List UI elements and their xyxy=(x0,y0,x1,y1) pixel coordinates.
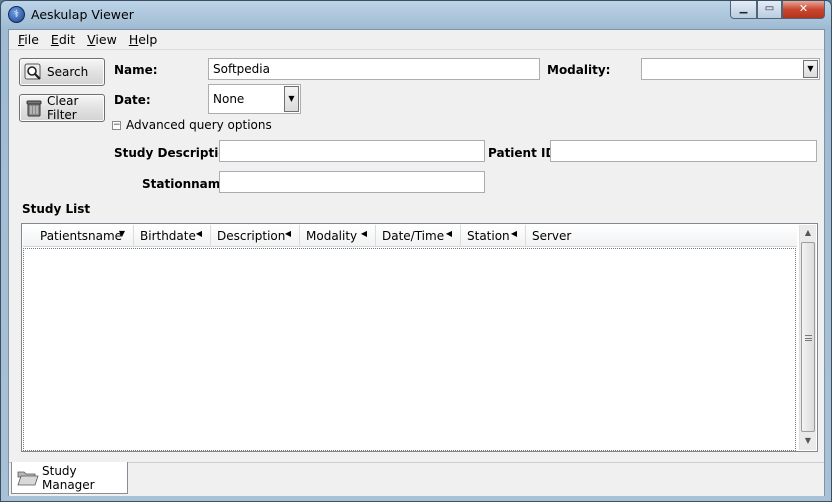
study-list-header: Patientsname ▼ Birthdate ◀ Description ◀… xyxy=(23,225,797,247)
patient-id-input[interactable] xyxy=(550,140,817,162)
study-list-label: Study List xyxy=(22,202,91,216)
trash-icon xyxy=(24,98,44,118)
sort-indicator-icon: ◀ xyxy=(195,229,202,238)
column-header-date-time[interactable]: Date/Time ◀ xyxy=(376,225,461,246)
column-header-patientsname[interactable]: Patientsname ▼ xyxy=(23,225,134,246)
date-label: Date: xyxy=(114,93,151,107)
menu-help[interactable]: Help xyxy=(123,30,164,49)
app-logo-icon: ⚕ xyxy=(8,6,25,23)
sort-indicator-icon: ◀ xyxy=(360,229,367,238)
maximize-button[interactable]: ▭ xyxy=(757,1,782,19)
tab-strip: Study Manager xyxy=(9,462,824,496)
vertical-scrollbar[interactable]: ▲ ▼ xyxy=(799,225,816,450)
modality-select[interactable]: ▼ xyxy=(641,58,820,80)
window-title: Aeskulap Viewer xyxy=(31,7,134,22)
stationname-input[interactable] xyxy=(219,171,485,193)
column-header-description[interactable]: Description ◀ xyxy=(211,225,300,246)
column-header-birthdate[interactable]: Birthdate ◀ xyxy=(134,225,211,246)
sort-indicator-icon: ◀ xyxy=(445,229,452,238)
menu-file[interactable]: File xyxy=(12,30,45,49)
client-area: File Edit View Help Search Clear Filter … xyxy=(8,29,825,496)
search-button[interactable]: Search xyxy=(19,58,105,86)
search-icon xyxy=(24,62,44,82)
sort-indicator-icon: ◀ xyxy=(284,229,291,238)
grip-icon xyxy=(805,335,812,341)
column-header-server[interactable]: Server xyxy=(526,225,797,246)
app-window: ⚕ Aeskulap Viewer ▁ ▭ ✕ File Edit View H… xyxy=(0,0,832,502)
chevron-down-icon[interactable]: ▼ xyxy=(284,86,299,112)
tab-study-manager-label: Study Manager xyxy=(42,463,95,492)
menu-bar: File Edit View Help xyxy=(9,30,824,50)
close-button[interactable]: ✕ xyxy=(782,1,825,19)
sort-descending-icon: ▼ xyxy=(118,229,125,238)
chevron-down-icon[interactable]: ▼ xyxy=(803,60,818,78)
scroll-up-icon[interactable]: ▲ xyxy=(800,225,816,241)
column-header-station[interactable]: Station ◀ xyxy=(461,225,526,246)
advanced-query-label: Advanced query options xyxy=(126,118,272,132)
menu-edit[interactable]: Edit xyxy=(45,30,81,49)
search-button-label: Search xyxy=(47,65,89,79)
sort-indicator-icon: ◀ xyxy=(510,229,517,238)
minimize-button[interactable]: ▁ xyxy=(730,1,757,19)
date-select[interactable]: None ▼ xyxy=(208,84,301,114)
name-input[interactable]: Softpedia xyxy=(208,58,540,80)
name-label: Name: xyxy=(114,63,158,77)
clear-filter-button-label: Clear Filter xyxy=(47,94,79,122)
column-header-modality[interactable]: Modality ◀ xyxy=(300,225,376,246)
scroll-down-icon[interactable]: ▼ xyxy=(800,433,816,449)
study-list-body[interactable] xyxy=(23,248,796,451)
date-select-value: None xyxy=(213,92,245,106)
folder-open-icon xyxy=(17,470,39,486)
scrollbar-thumb[interactable] xyxy=(801,242,815,432)
collapse-icon: − xyxy=(112,119,121,130)
menu-view[interactable]: View xyxy=(81,30,123,49)
title-bar[interactable]: ⚕ Aeskulap Viewer ▁ ▭ ✕ xyxy=(1,1,831,29)
advanced-query-toggle[interactable]: − Advanced query options xyxy=(112,118,272,132)
tab-study-manager[interactable]: Study Manager xyxy=(11,462,128,494)
study-list-table: Patientsname ▼ Birthdate ◀ Description ◀… xyxy=(21,223,818,452)
study-description-input[interactable] xyxy=(219,140,485,162)
clear-filter-button[interactable]: Clear Filter xyxy=(19,94,105,122)
modality-label: Modality: xyxy=(547,63,611,77)
window-controls: ▁ ▭ ✕ xyxy=(730,1,825,19)
